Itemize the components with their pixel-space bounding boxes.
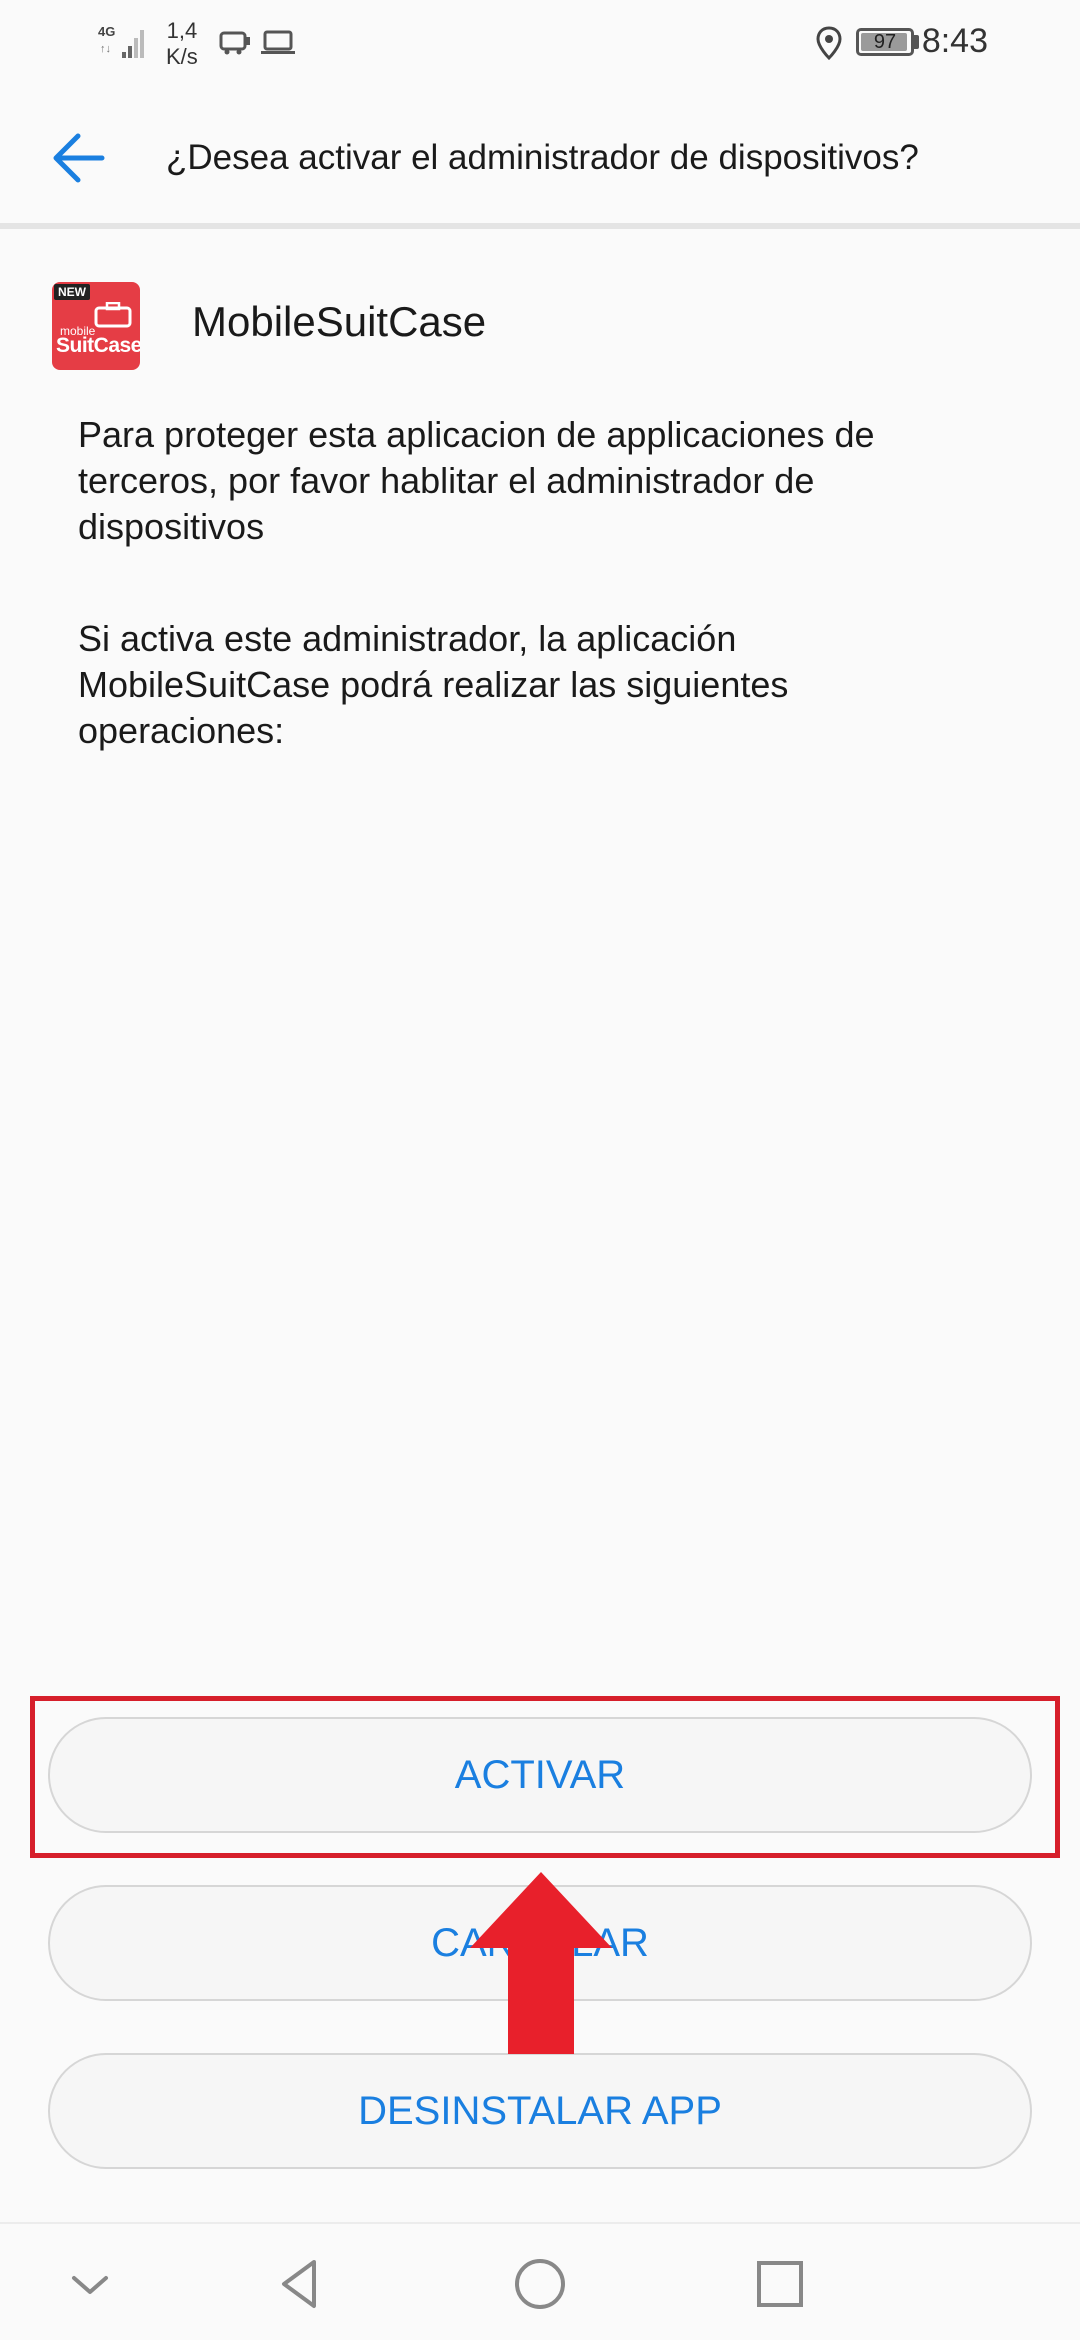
suitcase-icon [94, 302, 132, 328]
app-icon-brand: SuitCase [56, 334, 140, 357]
battery-icon: 97 [856, 28, 914, 56]
clock: 8:43 [921, 22, 988, 60]
header-divider [0, 223, 1080, 229]
red-arrow-up-icon [470, 1872, 612, 2054]
circle-home-icon[interactable] [510, 2254, 570, 2314]
network-type-label: 4G [98, 24, 115, 39]
arrow-left-icon[interactable] [42, 118, 122, 198]
status-bar: 4G ↑↓ 1,4 K/s 97 8:43 [0, 0, 1080, 86]
page-title: ¿Desea activar el administrador de dispo… [166, 138, 919, 177]
description-protection: Para proteger esta aplicacion de applica… [78, 414, 875, 547]
navigation-bar [0, 2222, 1080, 2340]
location-pin-icon [816, 26, 842, 60]
app-icon: NEW mobile SuitCase [52, 282, 140, 370]
new-badge: NEW [54, 284, 90, 300]
triangle-back-icon[interactable] [270, 2254, 330, 2314]
cast-icon [219, 31, 250, 55]
highlight-box [30, 1696, 1060, 1858]
description-operations: Si activa este administrador, la aplicac… [78, 618, 789, 751]
app-name: MobileSuitCase [192, 298, 487, 345]
battery-level: 97 [873, 31, 897, 53]
network-speed: 1,4 K/s [166, 18, 198, 70]
uninstall-app-button[interactable]: DESINSTALAR APP [48, 2053, 1032, 2169]
speed-value: 1,4 [166, 18, 198, 43]
speed-unit: K/s [166, 44, 198, 69]
square-recents-icon[interactable] [750, 2254, 810, 2314]
svg-text:↑↓: ↑↓ [100, 43, 111, 55]
laptop-icon [261, 30, 295, 54]
signal-icon: 4G ↑↓ [98, 24, 144, 58]
chevron-down-icon[interactable] [60, 2254, 120, 2314]
